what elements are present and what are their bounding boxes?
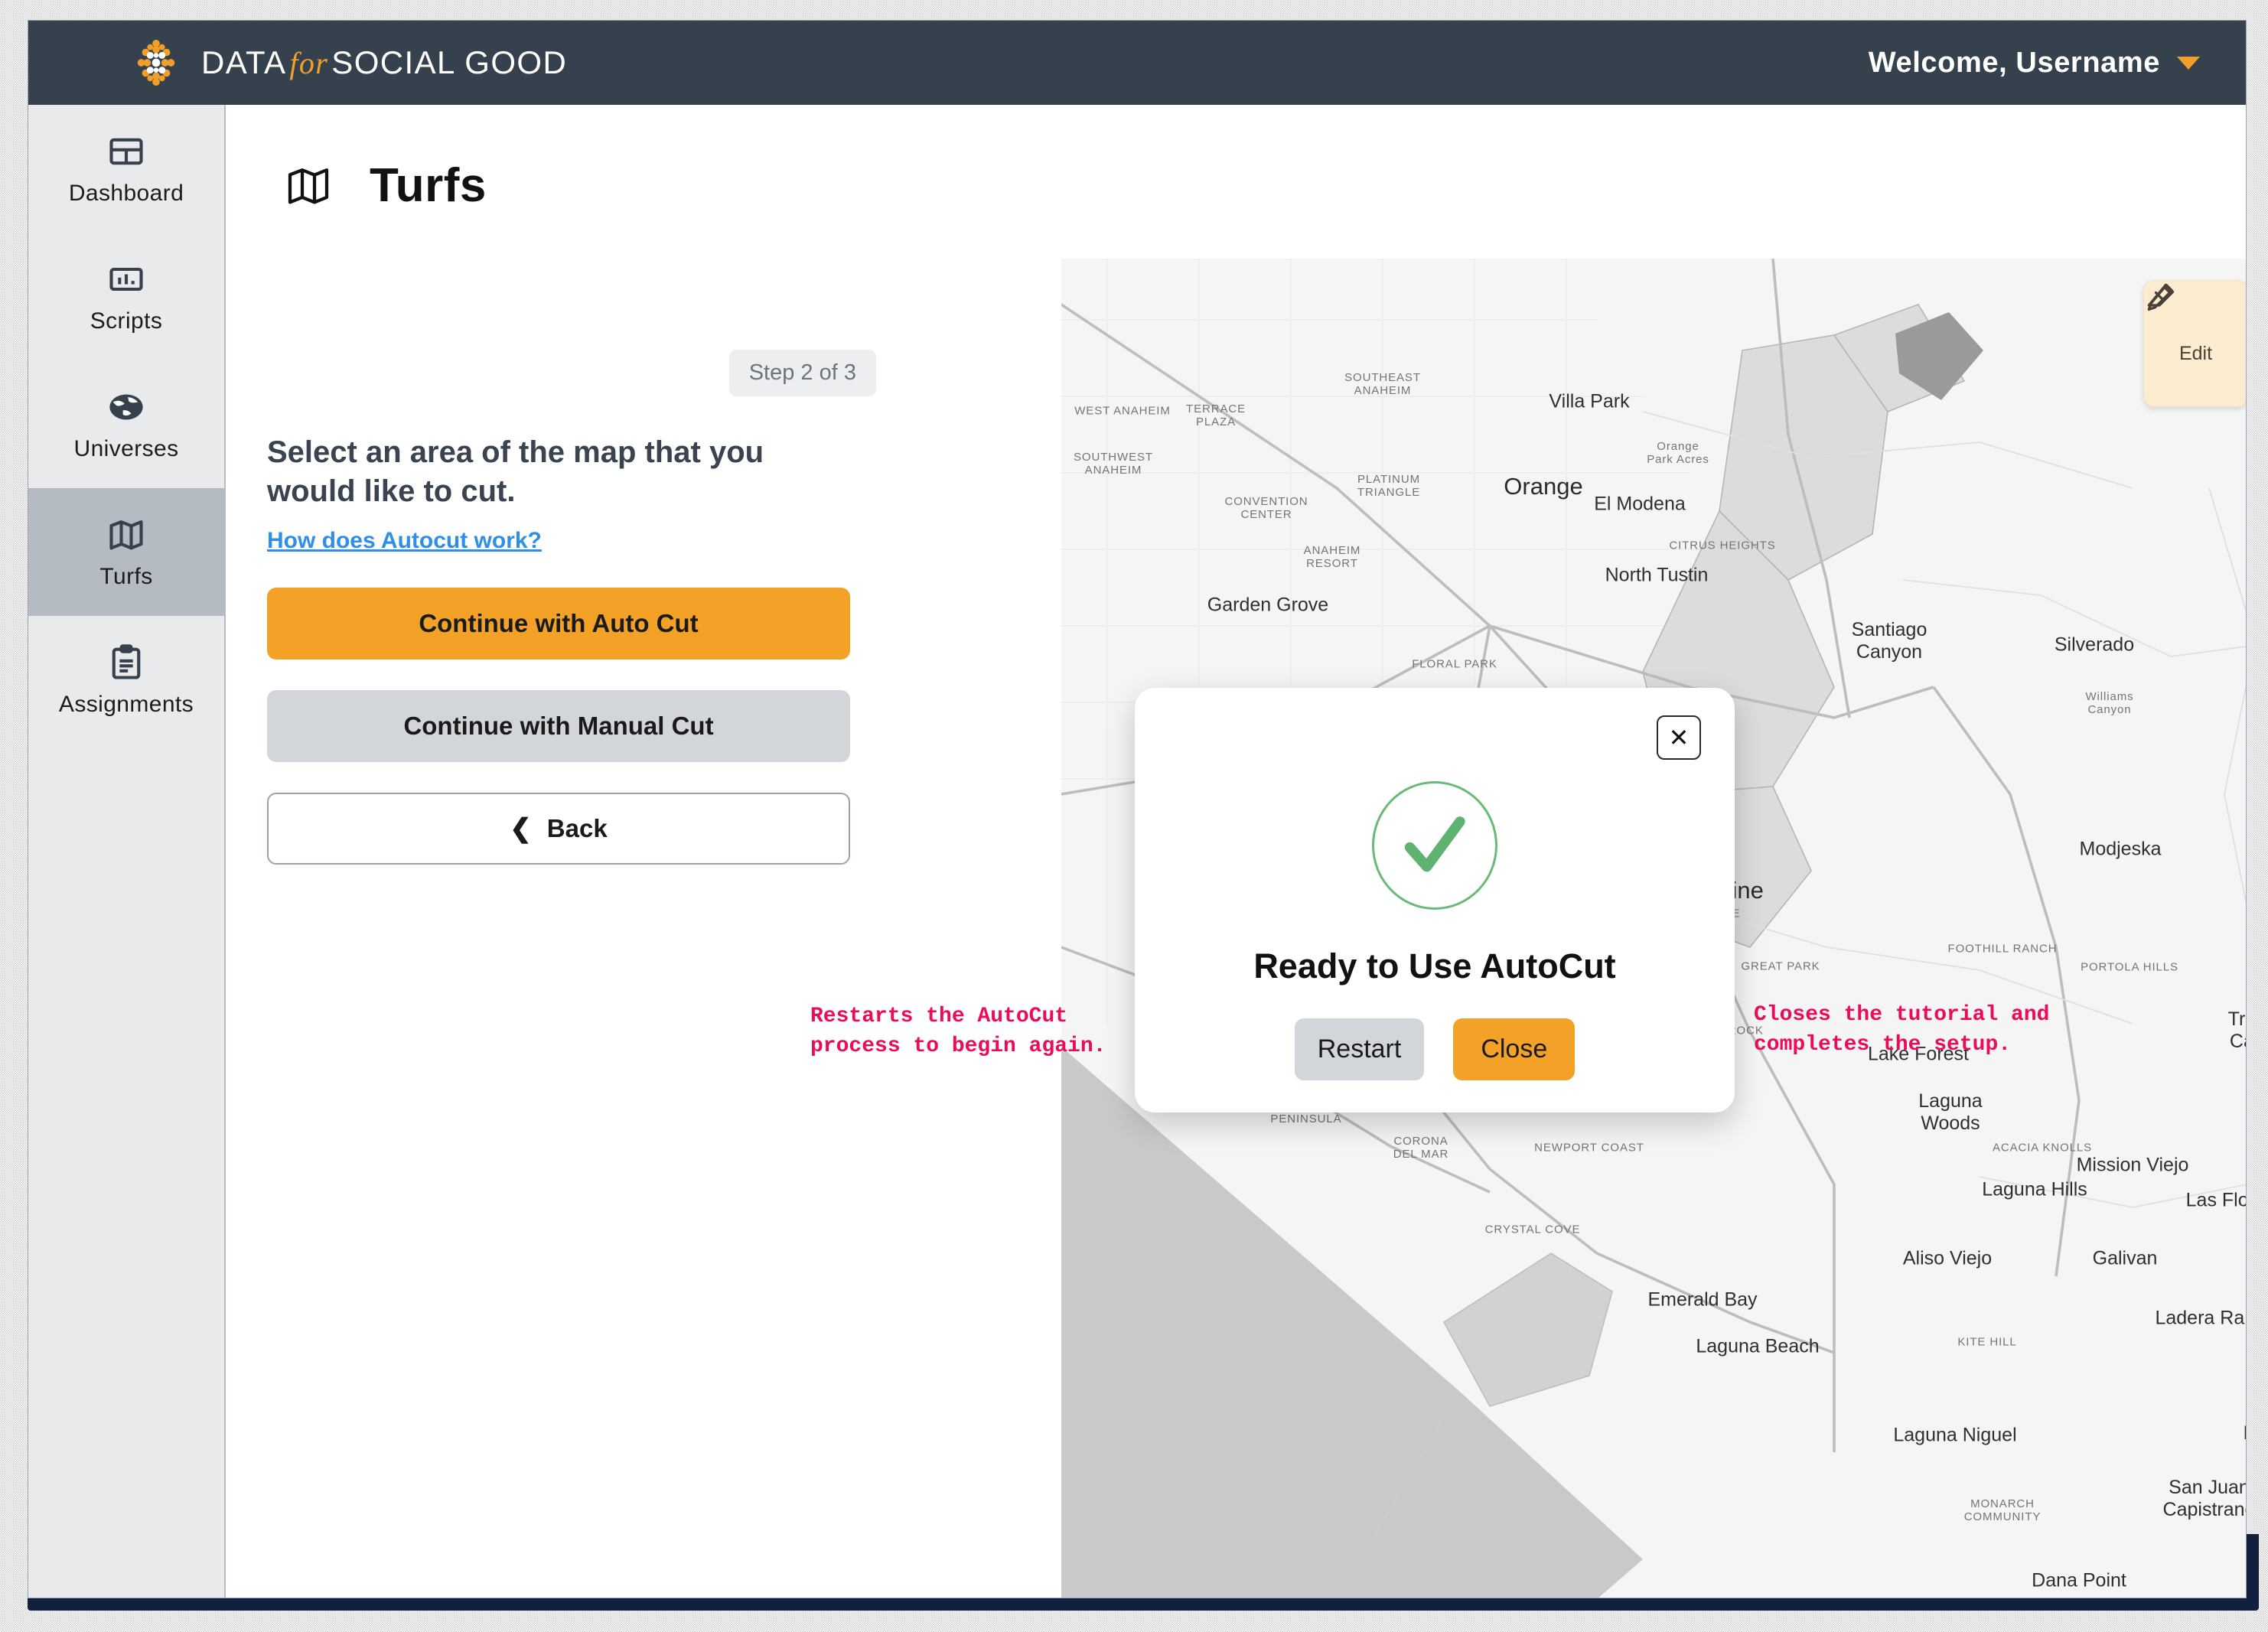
chart-bar-icon [106,259,146,299]
brand-data: DATA [201,44,287,80]
modal-title: Ready to Use AutoCut [1253,946,1616,985]
main-content: Turfs Step 2 of 3 Select an area of the … [227,105,2246,1598]
continue-auto-cut-button[interactable]: Continue with Auto Cut [267,588,850,660]
sidebar-item-label: Turfs [99,563,153,589]
brand-social-good: SOCIAL GOOD [331,44,568,80]
app-header: DATA forSOCIAL GOOD Welcome, Username [28,21,2246,105]
close-icon[interactable]: ✕ [1657,715,1701,760]
step-badge: Step 2 of 3 [728,350,876,396]
sidebar-item-label: Scripts [90,308,163,334]
chevron-down-icon [2177,56,2200,70]
autocut-ready-modal: ✕ Ready to Use AutoCut Restart Close [1135,688,1735,1112]
user-menu[interactable]: Welcome, Username [1869,47,2200,80]
chevron-left-icon: ❮ [510,814,532,844]
screenshot-frame: DATA forSOCIAL GOOD Welcome, Username Das… [0,0,2268,1632]
sidebar-item-label: Universes [73,435,179,461]
back-button[interactable]: ❮ Back [267,793,850,865]
welcome-label: Welcome, Username [1868,46,2160,79]
map-tool-group: Edit Erase [2143,280,2246,407]
how-autocut-works-link[interactable]: How does Autocut work? [267,528,542,554]
autocut-panel: Step 2 of 3 Select an area of the map th… [258,350,893,865]
step-badge-row: Step 2 of 3 [258,350,893,396]
modal-actions: Restart Close [1135,1018,1735,1080]
close-button[interactable]: Close [1453,1018,1576,1080]
map-icon [284,161,333,210]
panel-heading: Select an area of the map that you would… [267,435,764,509]
continue-manual-cut-button[interactable]: Continue with Manual Cut [267,690,850,763]
globe-icon [106,387,146,427]
sidebar-item-universes[interactable]: Universes [28,360,224,488]
annotation-close-text: Closes the tutorial and completes the se… [1754,1003,2050,1057]
brand-for: for [289,46,329,80]
sidebar-item-scripts[interactable]: Scripts [28,233,224,360]
sidebar: Dashboard Scripts Universes Turfs Assign… [28,105,226,1598]
app-window: DATA forSOCIAL GOOD Welcome, Username Das… [28,20,2247,1598]
map-icon [106,515,146,555]
sidebar-item-dashboard[interactable]: Dashboard [28,105,224,233]
map-edit-tool-label: Edit [2178,342,2213,364]
page-title: Turfs [370,159,487,212]
restart-button[interactable]: Restart [1294,1018,1425,1080]
sidebar-item-turfs[interactable]: Turfs [28,488,224,616]
back-button-label: Back [546,814,608,843]
brand-text: DATA forSOCIAL GOOD [201,44,567,81]
sidebar-item-label: Assignments [58,691,194,717]
page-header: Turfs [284,158,487,213]
flower-logo-icon [132,39,180,86]
check-circle-icon [1372,781,1497,910]
clipboard-icon [106,643,146,682]
brand: DATA forSOCIAL GOOD [132,39,567,86]
sidebar-item-assignments[interactable]: Assignments [28,616,224,744]
dashboard-icon [106,132,146,171]
sidebar-item-label: Dashboard [68,180,184,206]
annotation-restart-text: Restarts the AutoCut process to begin ag… [810,1005,1106,1059]
